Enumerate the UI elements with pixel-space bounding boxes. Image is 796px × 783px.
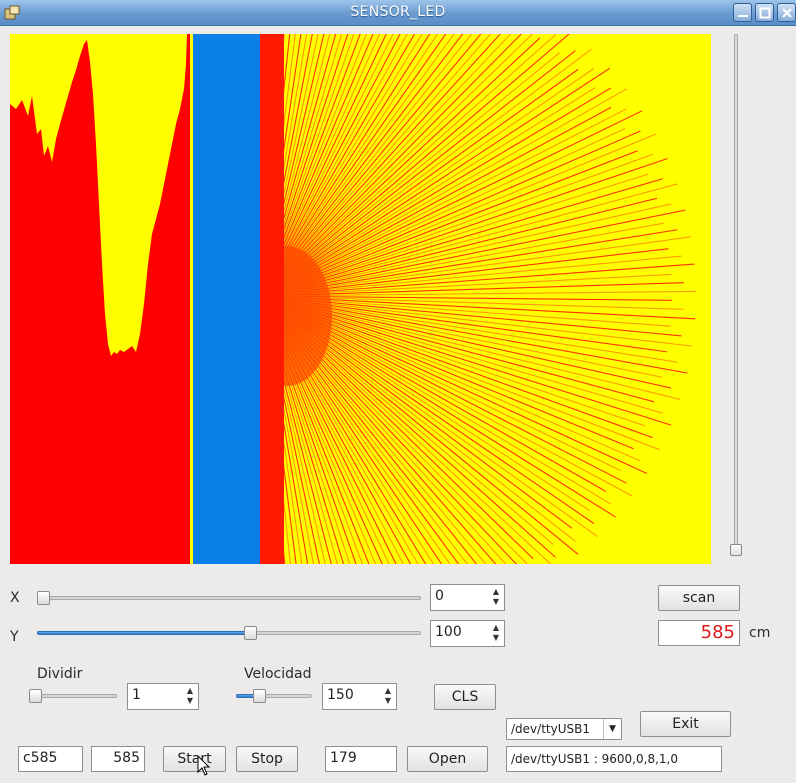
stop-button[interactable]: Stop — [236, 746, 298, 772]
count-field[interactable]: 179 — [325, 746, 397, 772]
sensor-band — [193, 34, 260, 564]
mouse-pointer-icon — [197, 755, 211, 776]
velocidad-value: 150 — [327, 687, 354, 703]
port-settings-field[interactable]: /dev/ttyUSB1 : 9600,0,8,1,0 — [506, 746, 722, 772]
velocidad-label: Velocidad — [244, 666, 312, 682]
scan-plot — [10, 34, 711, 564]
port-selected: /dev/ttyUSB1 — [511, 722, 590, 736]
close-icon — [782, 8, 792, 18]
y-slider[interactable] — [37, 626, 421, 640]
cls-button[interactable]: CLS — [434, 684, 496, 710]
dividir-up-icon[interactable]: ▲ — [185, 686, 195, 696]
x-down-icon[interactable]: ▼ — [491, 597, 501, 607]
minimize-button[interactable] — [733, 3, 752, 22]
exit-button[interactable]: Exit — [640, 711, 731, 737]
fan-origin-band — [260, 34, 284, 564]
dividir-spinbox[interactable]: 1 ▲ ▼ — [127, 683, 199, 710]
dividir-label: Dividir — [37, 666, 83, 682]
start-button[interactable]: Start — [163, 746, 226, 772]
close-button[interactable] — [777, 3, 796, 22]
vertical-slider[interactable] — [730, 34, 742, 556]
scan-button[interactable]: scan — [658, 585, 740, 611]
velocidad-spinbox[interactable]: 150 ▲ ▼ — [322, 683, 397, 710]
title-bar: SENSOR_LED — [0, 0, 796, 26]
x-slider[interactable] — [37, 591, 421, 605]
minimize-icon — [738, 15, 748, 17]
velocidad-slider[interactable] — [236, 689, 312, 703]
dividir-value: 1 — [132, 687, 141, 703]
dividir-down-icon[interactable]: ▼ — [185, 696, 195, 706]
velocidad-up-icon[interactable]: ▲ — [383, 686, 393, 696]
y-up-icon[interactable]: ▲ — [491, 623, 501, 633]
window-title: SENSOR_LED — [350, 4, 446, 20]
y-label: Y — [10, 629, 19, 645]
command-field[interactable]: c585 — [18, 746, 83, 772]
x-value: 0 — [435, 588, 444, 604]
unit-label: cm — [749, 625, 771, 641]
maximize-button[interactable] — [755, 3, 774, 22]
distance-readout: 585 — [658, 620, 740, 646]
x-spinbox[interactable]: 0 ▲ ▼ — [430, 584, 505, 611]
velocidad-down-icon[interactable]: ▼ — [383, 696, 393, 706]
y-down-icon[interactable]: ▼ — [491, 633, 501, 643]
dividir-slider-handle[interactable] — [29, 689, 42, 703]
sensor-canvas — [10, 34, 711, 564]
chevron-down-icon[interactable]: ▼ — [603, 719, 621, 739]
vertical-slider-handle[interactable] — [730, 544, 742, 556]
open-button[interactable]: Open — [407, 746, 488, 772]
y-spinbox[interactable]: 100 ▲ ▼ — [430, 620, 505, 647]
port-select[interactable]: /dev/ttyUSB1 ▼ — [506, 718, 622, 740]
x-label: X — [10, 590, 20, 606]
distance-field[interactable]: 585 — [91, 746, 145, 772]
y-slider-fill — [37, 631, 252, 635]
y-value: 100 — [435, 624, 462, 640]
x-up-icon[interactable]: ▲ — [491, 587, 501, 597]
y-slider-handle[interactable] — [244, 626, 257, 640]
dividir-slider[interactable] — [29, 689, 117, 703]
maximize-icon — [759, 7, 771, 19]
x-slider-handle[interactable] — [37, 591, 50, 605]
velocidad-slider-handle[interactable] — [253, 689, 266, 703]
